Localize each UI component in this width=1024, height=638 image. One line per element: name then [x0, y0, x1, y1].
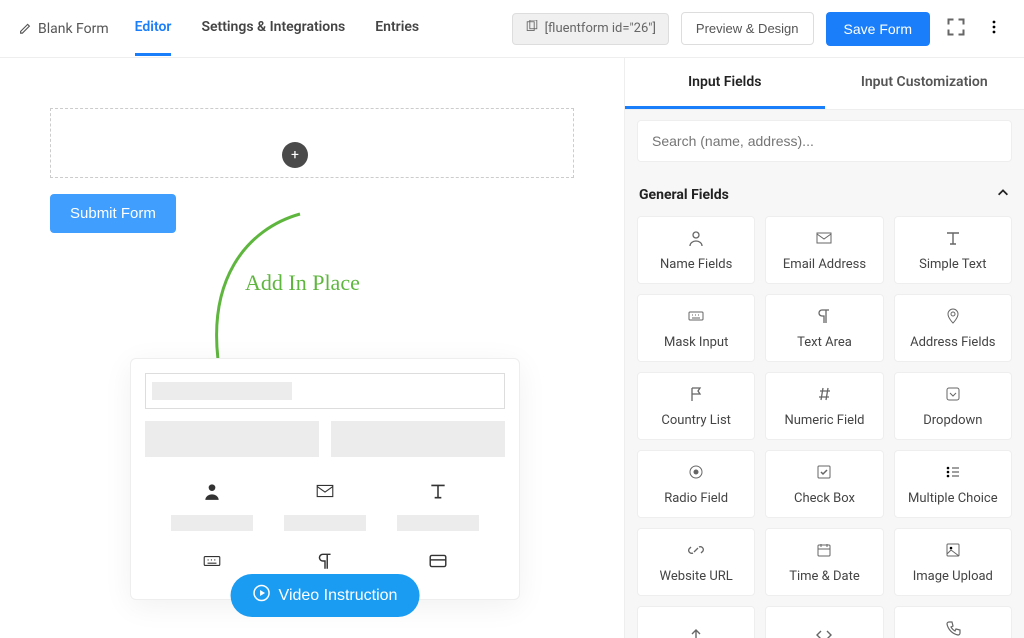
field-card-para[interactable]: Text Area [765, 294, 883, 362]
copy-icon [525, 20, 539, 38]
sidebar-tabs: Input Fields Input Customization [625, 58, 1024, 110]
form-name-text: Blank Form [38, 21, 109, 37]
save-form-button[interactable]: Save Form [826, 12, 930, 46]
field-card-label: Mask Input [664, 335, 728, 350]
submit-form-button[interactable]: Submit Form [50, 194, 176, 233]
fullscreen-button[interactable] [942, 13, 970, 44]
keyboard-icon [202, 551, 222, 575]
upload-icon [687, 626, 705, 638]
check-icon [815, 463, 833, 485]
form-preview-card: Video Instruction [130, 358, 520, 600]
shortcode-display[interactable]: [fluentform id="26"] [512, 13, 669, 45]
more-menu-button[interactable] [982, 14, 1006, 43]
field-card-keyboard[interactable]: Mask Input [637, 294, 755, 362]
paragraph-icon [315, 551, 335, 575]
field-card-label: Address Fields [910, 335, 995, 350]
hash-icon [815, 385, 833, 407]
tab-input-customization[interactable]: Input Customization [825, 58, 1024, 109]
field-card-pin[interactable]: Address Fields [894, 294, 1012, 362]
field-card-label: Name Fields [660, 257, 732, 272]
preview-bar [171, 515, 253, 531]
field-card-label: Country List [661, 413, 731, 428]
field-card-label: Time & Date [789, 569, 860, 584]
group-general-fields[interactable]: General Fields [639, 186, 1010, 204]
preview-block [331, 421, 505, 457]
video-instruction-button[interactable]: Video Instruction [231, 574, 420, 617]
card-icon [428, 551, 448, 575]
edit-icon [18, 20, 32, 38]
field-card-radio[interactable]: Radio Field [637, 450, 755, 518]
code-icon [815, 626, 833, 638]
mail-icon [315, 481, 335, 505]
tab-settings[interactable]: Settings & Integrations [201, 1, 345, 56]
flag-icon [687, 385, 705, 407]
field-card-upload[interactable] [637, 606, 755, 638]
phone-icon [944, 619, 962, 638]
tab-input-fields[interactable]: Input Fields [625, 58, 825, 109]
field-card-code[interactable] [765, 606, 883, 638]
field-card-dropdown[interactable]: Dropdown [894, 372, 1012, 440]
field-card-label: Email Address [783, 257, 866, 272]
field-card-label: Radio Field [664, 491, 728, 506]
text-icon [428, 481, 448, 505]
search-input[interactable] [637, 120, 1012, 162]
field-card-mail[interactable]: Email Address [765, 216, 883, 284]
text-icon [944, 229, 962, 251]
play-icon [253, 584, 271, 607]
chevron-up-icon [996, 186, 1010, 204]
radio-icon [687, 463, 705, 485]
preview-bar [284, 515, 366, 531]
form-canvas: + Submit Form Add In Place [0, 58, 624, 638]
list-icon [944, 463, 962, 485]
shortcode-text: [fluentform id="26"] [545, 21, 656, 36]
preview-design-button[interactable]: Preview & Design [681, 12, 814, 45]
field-card-label: Multiple Choice [908, 491, 998, 506]
user-icon [687, 229, 705, 251]
field-card-text[interactable]: Simple Text [894, 216, 1012, 284]
preview-block [145, 421, 319, 457]
video-btn-label: Video Instruction [279, 587, 398, 605]
keyboard-icon [687, 307, 705, 329]
form-name[interactable]: Blank Form [18, 20, 109, 38]
add-in-place-button[interactable]: + [282, 142, 308, 168]
field-card-list[interactable]: Multiple Choice [894, 450, 1012, 518]
mail-icon [815, 229, 833, 251]
field-card-label: Text Area [797, 335, 852, 350]
field-grid: Name Fields Email Address Simple Text Mask … [637, 216, 1012, 638]
person-icon [202, 481, 222, 505]
main-tabs: Editor Settings & Integrations Entries [135, 1, 419, 56]
field-card-user[interactable]: Name Fields [637, 216, 755, 284]
sidebar: Input Fields Input Customization General… [624, 58, 1024, 638]
field-card-link[interactable]: Website URL [637, 528, 755, 596]
dropzone-top[interactable]: + [50, 108, 574, 178]
para-icon [815, 307, 833, 329]
pin-icon [944, 307, 962, 329]
calendar-icon [815, 541, 833, 563]
field-card-label: Simple Text [919, 257, 986, 272]
dropdown-icon [944, 385, 962, 407]
field-card-label: Image Upload [913, 569, 993, 584]
tab-entries[interactable]: Entries [375, 1, 419, 56]
tab-editor[interactable]: Editor [135, 1, 172, 56]
link-icon [687, 541, 705, 563]
field-card-image[interactable]: Image Upload [894, 528, 1012, 596]
preview-bar [397, 515, 479, 531]
preview-input [145, 373, 505, 409]
field-card-hash[interactable]: Numeric Field [765, 372, 883, 440]
field-card-label: Numeric Field [784, 413, 864, 428]
field-card-check[interactable]: Check Box [765, 450, 883, 518]
field-card-label: Website URL [660, 569, 733, 584]
field-card-label: Check Box [794, 491, 855, 506]
field-card-phone[interactable]: Phone/Mobile [894, 606, 1012, 638]
top-bar: Blank Form Editor Settings & Integration… [0, 0, 1024, 58]
field-card-calendar[interactable]: Time & Date [765, 528, 883, 596]
group-title: General Fields [639, 187, 729, 203]
field-card-flag[interactable]: Country List [637, 372, 755, 440]
field-card-label: Dropdown [923, 413, 982, 428]
image-icon [944, 541, 962, 563]
